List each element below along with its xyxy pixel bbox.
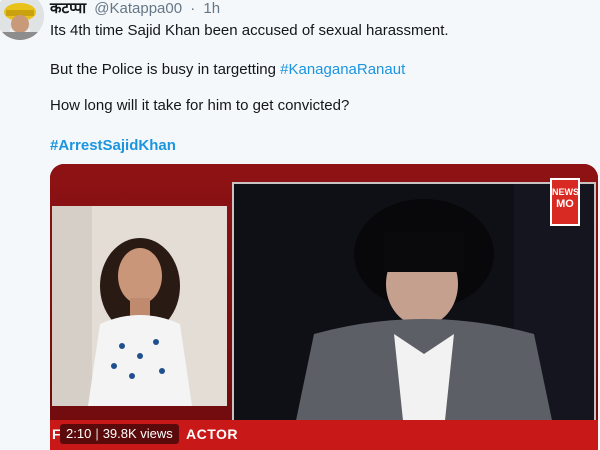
channel-logo: NEWS MO [550, 178, 580, 226]
avatar-image [0, 0, 44, 40]
hashtag-kanaganaranaut[interactable]: #KanaganaRanaut [280, 61, 405, 78]
video-left-panel [52, 206, 227, 406]
video-player[interactable]: NEWS MO F ACTOR 2:10 | 39.8K views [50, 164, 598, 450]
tweet-header: कटप्पा @Katappa00 · 1h [50, 0, 220, 18]
avatar[interactable] [0, 0, 44, 40]
ticker-text: ACTOR [186, 426, 239, 442]
man-image [234, 184, 594, 430]
tweet-text-line-2: But the Police is busy in targetting #Ka… [50, 60, 405, 80]
header-separator: · [190, 0, 196, 17]
tweet-text-line-1: Its 4th time Sajid Khan been accused of … [50, 22, 449, 39]
video-duration: 2:10 [66, 426, 92, 441]
tweet-card[interactable]: कटप्पा @Katappa00 · 1h Its 4th time Saji… [0, 0, 600, 450]
hashtag-arrestsajidkhan[interactable]: #ArrestSajidKhan [50, 136, 176, 156]
tweet-timestamp[interactable]: 1h [203, 0, 220, 17]
author-name[interactable]: कटप्पा [50, 0, 86, 17]
woman-image [52, 206, 227, 406]
channel-logo-top: NEWS [552, 187, 579, 197]
video-views: 39.8K views [102, 426, 173, 441]
badge-separator: | [95, 426, 99, 441]
video-stats-badge: 2:10 | 39.8K views [60, 424, 179, 444]
author-handle[interactable]: @Katappa00 [94, 0, 182, 17]
tweet-text-line-3: How long will it take for him to get con… [50, 97, 350, 114]
video-right-panel [232, 182, 596, 432]
channel-logo-bottom: MO [556, 198, 574, 210]
tweet-text-line-2-prefix: But the Police is busy in targetting [50, 61, 281, 78]
